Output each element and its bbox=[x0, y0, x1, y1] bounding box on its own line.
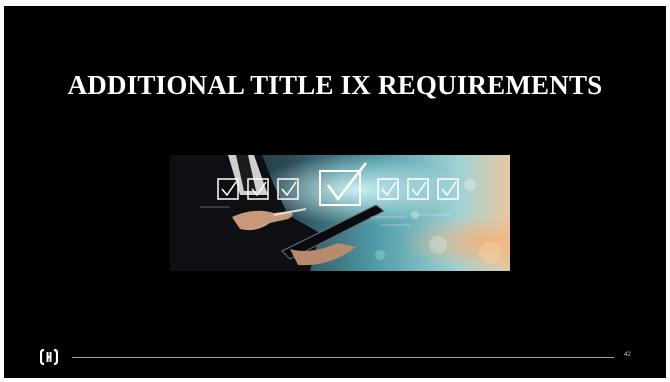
brand-logo-icon bbox=[39, 348, 59, 366]
page-number: 42 bbox=[624, 352, 631, 358]
slide-title: ADDITIONAL TITLE IX REQUIREMENTS bbox=[67, 70, 603, 100]
footer-divider bbox=[72, 357, 614, 358]
checklist-tablet-image bbox=[170, 155, 510, 271]
photo-illustration bbox=[170, 155, 510, 271]
slide: ADDITIONAL TITLE IX REQUIREMENTS 42 bbox=[4, 6, 666, 378]
